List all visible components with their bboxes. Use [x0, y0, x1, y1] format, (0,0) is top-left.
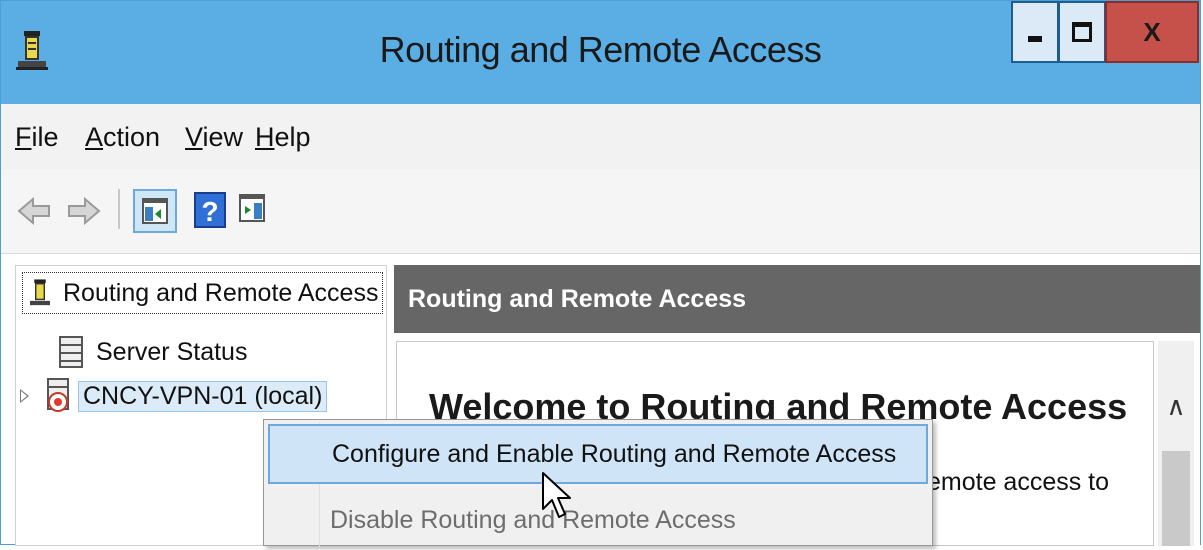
server-status-icon: [59, 336, 83, 368]
menu-bar: File Action View Help: [1, 104, 1200, 170]
close-icon: X: [1143, 16, 1161, 47]
server-label: CNCY-VPN-01 (local): [78, 380, 328, 412]
menu-help[interactable]: Help: [255, 122, 311, 153]
menu-action[interactable]: Action: [85, 122, 160, 153]
tree-item-server[interactable]: CNCY-VPN-01 (local): [18, 376, 328, 416]
show-hide-action-pane-icon[interactable]: [237, 191, 267, 225]
back-arrow-icon[interactable]: [15, 191, 55, 231]
app-window: Routing and Remote Access X File Action …: [0, 0, 1201, 547]
title-bar[interactable]: Routing and Remote Access X: [1, 1, 1200, 104]
menu-file[interactable]: File: [15, 122, 59, 153]
tree-item-server-status[interactable]: Server Status: [56, 332, 247, 372]
tree-root-label: Routing and Remote Access: [63, 278, 379, 307]
minimize-button[interactable]: [1011, 1, 1059, 63]
server-stopped-icon: [47, 378, 69, 412]
close-button[interactable]: X: [1105, 1, 1199, 63]
toolbar-separator: [118, 189, 120, 229]
rras-node-icon: [30, 279, 50, 306]
vertical-scrollbar[interactable]: ∧: [1158, 341, 1194, 546]
maximize-button[interactable]: [1058, 1, 1106, 63]
context-menu: Configure and Enable Routing and Remote …: [263, 419, 933, 547]
result-pane-header: Routing and Remote Access: [394, 265, 1200, 333]
menu-item-configure-enable[interactable]: Configure and Enable Routing and Remote …: [268, 424, 928, 484]
minimize-icon: [1028, 36, 1042, 42]
mouse-pointer-icon: [542, 472, 571, 518]
help-icon[interactable]: ?: [193, 191, 227, 229]
server-status-label: Server Status: [96, 337, 248, 366]
welcome-description: emote access to: [927, 468, 1110, 496]
svg-text:?: ?: [201, 196, 218, 227]
scroll-up-icon[interactable]: ∧: [1158, 391, 1194, 421]
menu-item-disable[interactable]: Disable Routing and Remote Access: [268, 490, 928, 550]
forward-arrow-icon[interactable]: [63, 191, 103, 231]
menu-view[interactable]: View: [185, 122, 243, 153]
show-hide-console-tree-icon[interactable]: [133, 189, 177, 233]
toolbar: ?: [1, 169, 1200, 254]
expand-arrow-icon[interactable]: [18, 389, 32, 403]
maximize-icon: [1072, 22, 1092, 42]
tree-item-root[interactable]: Routing and Remote Access: [22, 272, 384, 314]
scroll-thumb[interactable]: [1162, 451, 1190, 546]
